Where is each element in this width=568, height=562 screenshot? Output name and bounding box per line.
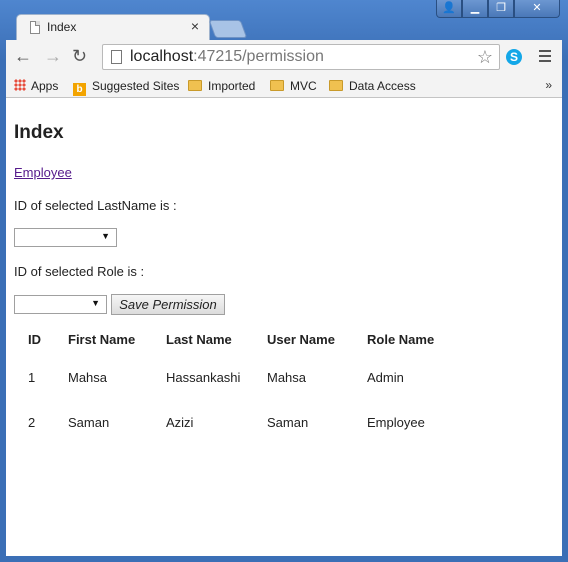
user-icon[interactable]: 👤 xyxy=(436,0,462,18)
url-text: localhost:47215/permission xyxy=(130,48,324,66)
tab-close-icon[interactable]: × xyxy=(191,18,199,34)
folder-icon xyxy=(329,80,343,91)
cell-id: 2 xyxy=(28,415,36,430)
cell-role-name: Employee xyxy=(367,415,425,430)
title-bar: Index × 👤 ▁ ❐ ✕ xyxy=(0,0,568,40)
header-last-name: Last Name xyxy=(166,331,232,347)
page-icon xyxy=(30,21,40,34)
bookmark-label: Apps xyxy=(31,79,59,93)
role-select[interactable]: ▼ xyxy=(14,295,107,314)
minimize-button[interactable]: ▁ xyxy=(462,0,488,18)
page-title: Index xyxy=(14,122,64,143)
tab-index[interactable]: Index × xyxy=(16,14,210,40)
lastname-label: ID of selected LastName is : xyxy=(14,198,177,213)
skype-icon[interactable]: S xyxy=(506,49,522,65)
forward-arrow-icon[interactable]: → xyxy=(44,46,62,66)
cell-first-name: Saman xyxy=(68,415,110,430)
bookmark-label: MVC xyxy=(290,79,317,93)
folder-icon xyxy=(270,80,284,91)
permissions-table: ID First Name Last Name User Name Role N… xyxy=(14,323,457,445)
back-arrow-icon[interactable]: ← xyxy=(14,46,32,66)
dropdown-arrow-icon: ▼ xyxy=(101,231,110,241)
star-icon[interactable]: ☆ xyxy=(477,47,493,68)
url-path: :47215/permission xyxy=(193,48,324,65)
table-row: 1 Mahsa Hassankashi Mahsa Admin xyxy=(14,355,457,400)
bookmark-data-access[interactable]: Data Access xyxy=(329,79,416,93)
employee-link[interactable]: Employee xyxy=(14,165,72,180)
cell-last-name: Azizi xyxy=(166,415,194,430)
table-header-row: ID First Name Last Name User Name Role N… xyxy=(14,323,457,355)
bookmarks-bar: Apps b Suggested Sites Imported MVC Data … xyxy=(6,74,562,98)
bookmark-suggested-sites[interactable]: b Suggested Sites xyxy=(73,79,179,96)
cell-role-name: Admin xyxy=(367,370,404,385)
address-bar[interactable]: localhost:47215/permission ☆ xyxy=(102,44,500,70)
bing-icon: b xyxy=(73,83,86,96)
new-tab-button[interactable] xyxy=(208,20,248,38)
bookmark-apps[interactable]: Apps xyxy=(14,79,58,93)
bookmark-imported[interactable]: Imported xyxy=(188,79,255,93)
close-window-button[interactable]: ✕ xyxy=(514,0,560,18)
save-permission-button[interactable]: Save Permission xyxy=(111,294,225,315)
bookmarks-overflow-icon[interactable]: » xyxy=(545,78,552,92)
browser-toolbar: ← → ↻ localhost:47215/permission ☆ S xyxy=(6,40,562,74)
header-id: ID xyxy=(28,331,41,347)
maximize-button[interactable]: ❐ xyxy=(488,0,514,18)
bookmark-label: Data Access xyxy=(349,79,416,93)
cell-user-name: Saman xyxy=(267,415,309,430)
table-row: 2 Saman Azizi Saman Employee xyxy=(14,400,457,445)
apps-grid-icon xyxy=(14,79,26,91)
page-content: Index Employee ID of selected LastName i… xyxy=(6,98,562,556)
bookmark-label: Imported xyxy=(208,79,256,93)
tab-title: Index xyxy=(47,20,77,34)
url-host: localhost xyxy=(130,48,194,65)
header-role-name: Role Name xyxy=(367,331,435,347)
bookmark-mvc[interactable]: MVC xyxy=(270,79,317,93)
dropdown-arrow-icon: ▼ xyxy=(91,298,100,308)
cell-last-name: Hassankashi xyxy=(166,370,241,385)
window-controls: 👤 ▁ ❐ ✕ xyxy=(436,0,560,20)
header-first-name: First Name xyxy=(68,331,136,347)
page-icon xyxy=(111,50,122,64)
lastname-select[interactable]: ▼ xyxy=(14,228,117,247)
cell-user-name: Mahsa xyxy=(267,370,307,385)
header-user-name: User Name xyxy=(267,331,335,347)
folder-icon xyxy=(188,80,202,91)
cell-first-name: Mahsa xyxy=(68,370,108,385)
role-label: ID of selected Role is : xyxy=(14,264,145,279)
cell-id: 1 xyxy=(28,370,36,385)
reload-icon[interactable]: ↻ xyxy=(72,46,87,66)
menu-icon[interactable] xyxy=(539,50,551,65)
bookmark-label: Suggested Sites xyxy=(92,79,180,93)
